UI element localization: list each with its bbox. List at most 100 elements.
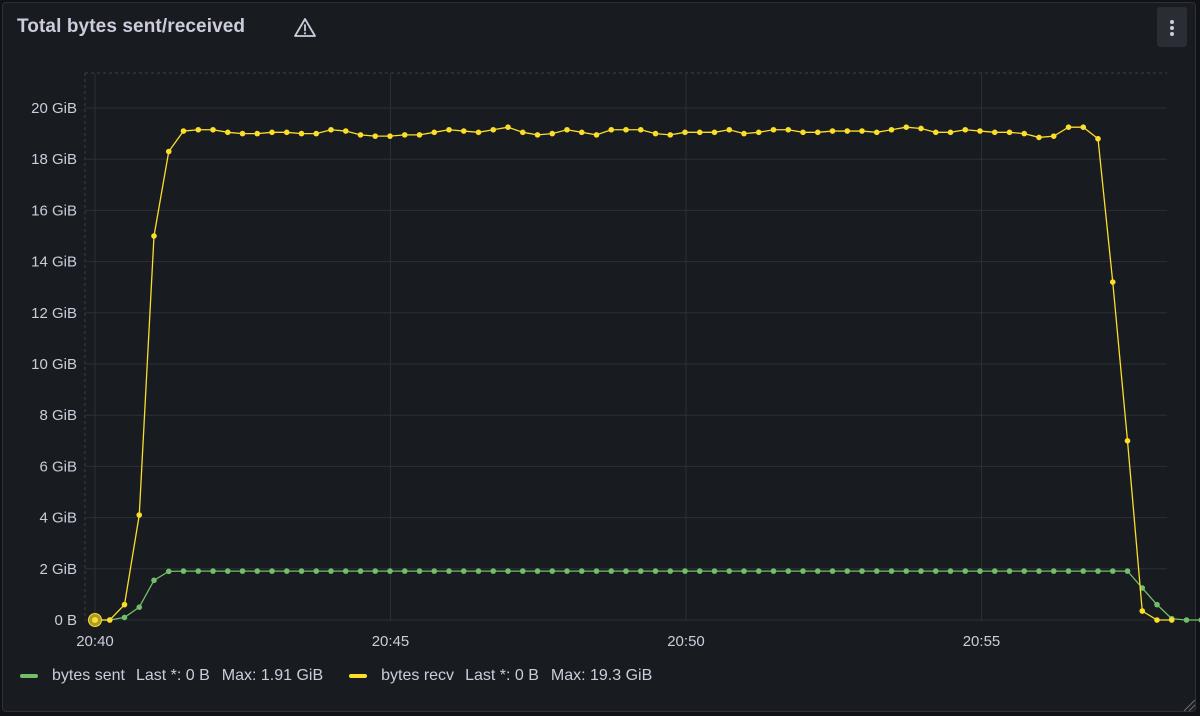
data-point-bytes-recv[interactable]	[564, 126, 570, 133]
time-series-chart[interactable]: 0 B 2 GiB 4 GiB 6 GiB 8 GiB 10 GiB 12 GiB 14 Gi…	[0, 0, 1200, 716]
data-point-bytes-recv[interactable]	[151, 233, 157, 239]
data-point-bytes-sent[interactable]	[667, 568, 674, 574]
data-point-bytes-recv[interactable]	[888, 126, 895, 133]
data-point-bytes-sent[interactable]	[151, 577, 157, 584]
data-point-bytes-recv[interactable]	[342, 128, 349, 134]
data-point-bytes-recv[interactable]	[593, 132, 600, 138]
data-point-bytes-sent[interactable]	[873, 568, 880, 574]
data-point-bytes-sent[interactable]	[962, 568, 969, 574]
data-point-bytes-sent[interactable]	[1183, 617, 1190, 623]
data-point-bytes-sent[interactable]	[534, 568, 541, 574]
data-point-bytes-recv[interactable]	[932, 129, 939, 136]
data-point-bytes-recv[interactable]	[814, 129, 821, 136]
data-point-bytes-sent[interactable]	[387, 568, 393, 574]
data-point-bytes-recv[interactable]	[313, 130, 320, 137]
data-point-bytes-sent[interactable]	[1095, 568, 1101, 574]
data-point-bytes-sent[interactable]	[637, 568, 644, 574]
data-point-bytes-recv[interactable]	[1050, 133, 1057, 139]
data-point-bytes-sent[interactable]	[814, 568, 821, 574]
data-point-bytes-recv[interactable]	[475, 129, 482, 136]
data-point-bytes-sent[interactable]	[328, 568, 334, 574]
data-point-bytes-sent[interactable]	[844, 568, 851, 574]
data-point-bytes-recv[interactable]	[1168, 617, 1175, 623]
data-point-bytes-sent[interactable]	[505, 568, 511, 574]
data-point-bytes-recv[interactable]	[1139, 608, 1146, 614]
data-point-bytes-recv[interactable]	[947, 129, 954, 136]
data-point-bytes-sent[interactable]	[1065, 568, 1072, 574]
data-point-bytes-sent[interactable]	[224, 568, 231, 574]
data-point-bytes-sent[interactable]	[269, 568, 275, 574]
data-point-bytes-sent[interactable]	[1050, 568, 1057, 574]
data-point-bytes-sent[interactable]	[490, 568, 497, 574]
data-point-bytes-recv[interactable]	[623, 126, 629, 133]
data-point-bytes-sent[interactable]	[741, 568, 747, 574]
data-point-bytes-recv[interactable]	[549, 130, 556, 137]
data-point-bytes-recv[interactable]	[873, 129, 880, 136]
data-point-bytes-recv[interactable]	[667, 132, 674, 138]
data-point-bytes-recv[interactable]	[962, 126, 969, 133]
chart-series[interactable]	[88, 124, 1200, 627]
data-point-bytes-recv[interactable]	[357, 132, 364, 138]
data-point-bytes-sent[interactable]	[932, 568, 939, 574]
data-point-bytes-sent[interactable]	[431, 568, 438, 574]
data-point-bytes-recv[interactable]	[682, 129, 688, 136]
data-point-bytes-recv[interactable]	[770, 126, 777, 133]
data-point-bytes-recv[interactable]	[446, 126, 452, 133]
data-point-bytes-sent[interactable]	[313, 568, 320, 574]
data-point-bytes-recv[interactable]	[328, 126, 334, 133]
data-point-bytes-recv[interactable]	[505, 124, 511, 130]
data-point-bytes-recv[interactable]	[755, 129, 762, 136]
data-point-bytes-recv[interactable]	[918, 125, 924, 132]
data-point-bytes-recv[interactable]	[608, 126, 615, 133]
data-point-bytes-sent[interactable]	[136, 604, 143, 610]
data-point-bytes-sent[interactable]	[785, 568, 792, 574]
data-point-bytes-recv[interactable]	[1021, 130, 1028, 137]
data-point-bytes-sent[interactable]	[564, 568, 570, 574]
data-point-bytes-sent[interactable]	[888, 568, 895, 574]
data-point-bytes-sent[interactable]	[372, 568, 379, 574]
data-point-bytes-recv[interactable]	[578, 129, 585, 136]
data-point-bytes-recv[interactable]	[387, 133, 393, 139]
data-point-bytes-recv[interactable]	[1154, 617, 1160, 623]
data-point-bytes-sent[interactable]	[239, 568, 246, 574]
data-point-bytes-sent[interactable]	[460, 568, 467, 574]
data-point-bytes-sent[interactable]	[1154, 601, 1160, 608]
data-point-bytes-recv[interactable]	[1065, 124, 1072, 130]
series-line-bytes-sent[interactable]	[95, 570, 1200, 621]
data-point-bytes-recv[interactable]	[785, 126, 792, 133]
data-point-bytes-recv[interactable]	[726, 126, 733, 133]
data-point-bytes-sent[interactable]	[342, 568, 349, 574]
data-point-bytes-sent[interactable]	[1036, 568, 1042, 574]
data-point-bytes-recv[interactable]	[1095, 135, 1101, 142]
data-point-bytes-sent[interactable]	[1021, 568, 1028, 574]
data-point-bytes-recv[interactable]	[106, 617, 113, 623]
data-point-bytes-sent[interactable]	[918, 568, 924, 574]
data-point-bytes-sent[interactable]	[549, 568, 556, 574]
data-point-bytes-sent[interactable]	[652, 568, 659, 574]
data-point-bytes-sent[interactable]	[903, 568, 910, 574]
series-line-bytes-recv[interactable]	[95, 126, 1172, 621]
data-point-bytes-recv[interactable]	[741, 130, 747, 137]
data-point-bytes-recv[interactable]	[298, 130, 305, 137]
data-point-bytes-recv[interactable]	[401, 132, 408, 138]
legend-item-bytes-sent[interactable]: bytes sent Last *: 0 B Max: 1.91 GiB	[20, 667, 335, 685]
data-point-bytes-recv[interactable]	[180, 128, 187, 134]
data-point-bytes-sent[interactable]	[947, 568, 954, 574]
data-point-bytes-recv[interactable]	[977, 128, 983, 134]
data-point-bytes-sent[interactable]	[711, 568, 718, 574]
resize-handle-icon[interactable]	[1182, 698, 1196, 712]
data-point-bytes-sent[interactable]	[401, 568, 408, 574]
data-point-bytes-sent[interactable]	[726, 568, 733, 574]
data-point-bytes-sent[interactable]	[121, 614, 128, 621]
data-point-bytes-recv[interactable]	[844, 128, 851, 134]
data-point-bytes-sent[interactable]	[1080, 568, 1087, 574]
data-point-bytes-sent[interactable]	[623, 568, 629, 574]
data-point-bytes-recv[interactable]	[239, 130, 246, 137]
data-point-bytes-sent[interactable]	[195, 568, 202, 574]
data-point-bytes-recv[interactable]	[283, 129, 290, 136]
data-point-bytes-recv[interactable]	[1006, 129, 1013, 136]
data-point-bytes-recv[interactable]	[829, 128, 836, 134]
data-point-bytes-recv[interactable]	[136, 512, 143, 518]
data-point-bytes-sent[interactable]	[682, 568, 688, 574]
data-point-bytes-sent[interactable]	[519, 568, 526, 574]
